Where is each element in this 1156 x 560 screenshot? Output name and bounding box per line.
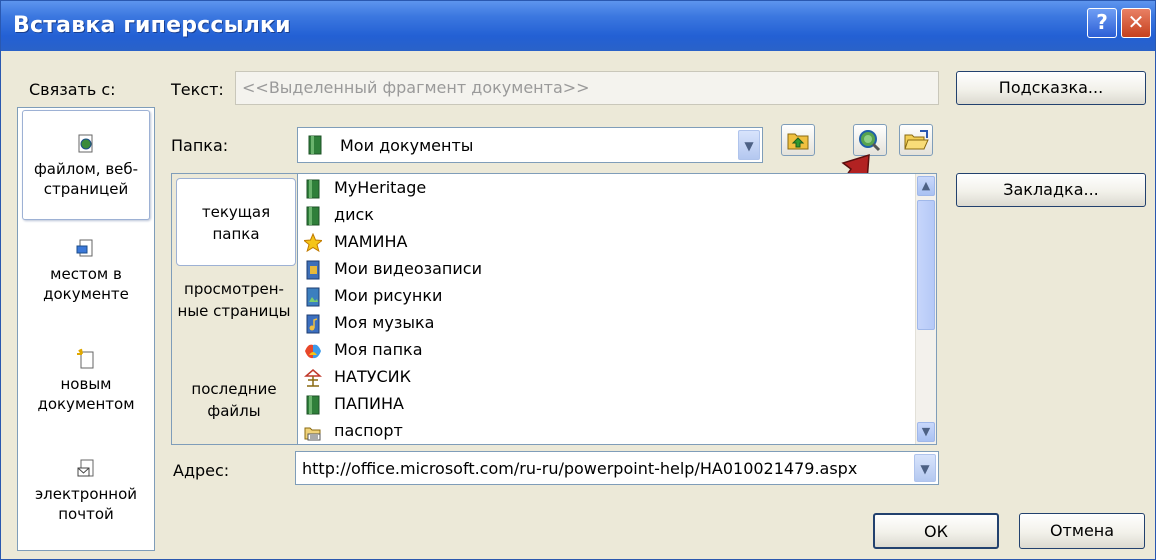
list-item[interactable]: Мои видеозаписи bbox=[304, 255, 482, 282]
link-new-document-label: новым документом bbox=[37, 375, 135, 413]
link-file-webpage[interactable]: файлом, веб-страницей bbox=[22, 110, 150, 220]
file-name: диск bbox=[334, 205, 374, 224]
link-to-bar: файлом, веб-страницей местом в документе… bbox=[17, 107, 155, 551]
nav-recent-files[interactable]: последние файлы bbox=[172, 378, 296, 422]
text-label: Текст: bbox=[171, 80, 224, 99]
nav-current-folder[interactable]: текущая папка bbox=[176, 178, 296, 266]
link-file-webpage-label: файлом, веб-страницей bbox=[33, 160, 139, 198]
list-item[interactable]: Моя папка bbox=[304, 336, 423, 363]
pictures-folder-icon bbox=[306, 287, 320, 306]
address-input[interactable]: http://office.microsoft.com/ru-ru/powerp… bbox=[295, 451, 939, 485]
ok-button[interactable]: ОК bbox=[873, 513, 999, 549]
link-place-in-document[interactable]: местом в документе bbox=[22, 238, 150, 304]
help-button[interactable]: ? bbox=[1087, 8, 1117, 38]
folder-dropdown-arrow[interactable]: ▼ bbox=[738, 130, 760, 160]
link-place-label: местом в документе bbox=[43, 265, 129, 303]
shared-folder-icon bbox=[304, 427, 321, 440]
link-to-label: Связать с: bbox=[29, 80, 116, 99]
list-item[interactable]: Моя музыка bbox=[304, 309, 434, 336]
file-name: паспорт bbox=[334, 421, 403, 440]
scroll-thumb[interactable] bbox=[917, 200, 935, 330]
link-email-label: электронной почтой bbox=[34, 485, 138, 523]
file-list-scrollbar[interactable]: ▲ ▼ bbox=[915, 174, 936, 444]
list-item[interactable]: MyHeritage bbox=[304, 174, 426, 201]
file-name: НАТУСИК bbox=[334, 367, 411, 386]
link-new-document[interactable]: новым документом bbox=[22, 348, 150, 414]
insert-hyperlink-dialog: Вставка гиперссылки ? ✕ Связать с: файло… bbox=[0, 0, 1156, 560]
star-folder-icon bbox=[304, 232, 322, 252]
file-name: МАМИНА bbox=[334, 232, 408, 251]
music-folder-icon bbox=[306, 314, 320, 333]
display-text-value: <<Выделенный фрагмент документа>> bbox=[242, 78, 590, 97]
file-name: Моя музыка bbox=[334, 313, 435, 332]
folder-select[interactable]: Мои документы ▼ bbox=[297, 127, 763, 163]
nav-browsed-pages[interactable]: просмотрен-ные страницы bbox=[172, 278, 296, 322]
scroll-down-button[interactable]: ▼ bbox=[917, 422, 935, 442]
list-item[interactable]: МАМИНА bbox=[304, 228, 408, 255]
title-bar: Вставка гиперссылки ? ✕ bbox=[1, 1, 1155, 51]
file-name: Моя папка bbox=[334, 340, 423, 359]
file-name: ПАПИНА bbox=[334, 394, 404, 413]
screentip-button[interactable]: Подсказка... bbox=[956, 71, 1146, 105]
folder-label: Папка: bbox=[171, 136, 229, 155]
new-document-icon bbox=[77, 348, 94, 369]
display-text-field[interactable]: <<Выделенный фрагмент документа>> bbox=[235, 71, 939, 105]
browse-file-button[interactable] bbox=[899, 124, 933, 156]
folder-icon bbox=[306, 206, 320, 225]
folder-icon bbox=[306, 395, 320, 414]
browse-file-icon bbox=[904, 130, 929, 150]
list-item[interactable]: диск bbox=[304, 201, 374, 228]
list-item[interactable]: ПАПИНА bbox=[304, 390, 404, 417]
up-folder-icon bbox=[787, 133, 809, 150]
video-folder-icon bbox=[306, 260, 320, 279]
address-label: Адрес: bbox=[173, 461, 230, 480]
file-name: MyHeritage bbox=[334, 178, 427, 197]
list-item[interactable]: НАТУСИК bbox=[304, 363, 411, 390]
address-value: http://office.microsoft.com/ru-ru/powerp… bbox=[302, 459, 858, 478]
file-list: MyHeritage диск МАМИНА Мои видеозаписи М… bbox=[297, 173, 937, 445]
folder-icon bbox=[306, 179, 320, 198]
up-one-folder-button[interactable] bbox=[781, 124, 815, 156]
link-email[interactable]: электронной почтой bbox=[22, 458, 150, 524]
network-folder-icon bbox=[304, 368, 322, 387]
browse-nav-panel: текущая папка просмотрен-ные страницы по… bbox=[171, 173, 297, 445]
folder-icon bbox=[308, 135, 322, 155]
document-place-icon bbox=[76, 239, 93, 257]
address-dropdown-arrow[interactable]: ▼ bbox=[914, 454, 936, 482]
colorful-folder-icon bbox=[305, 344, 321, 358]
close-button[interactable]: ✕ bbox=[1121, 8, 1151, 38]
web-page-icon bbox=[78, 134, 93, 153]
email-icon bbox=[77, 459, 94, 477]
file-name: Мои видеозаписи bbox=[334, 259, 482, 278]
cancel-button[interactable]: Отмена bbox=[1019, 513, 1145, 549]
file-name: Мои рисунки bbox=[334, 286, 443, 305]
scroll-up-button[interactable]: ▲ bbox=[917, 176, 935, 196]
window-title: Вставка гиперссылки bbox=[13, 13, 291, 38]
list-item[interactable]: паспорт bbox=[304, 417, 403, 444]
list-item[interactable]: Мои рисунки bbox=[304, 282, 442, 309]
folder-value: Мои документы bbox=[340, 136, 474, 155]
bookmark-button[interactable]: Закладка... bbox=[956, 173, 1146, 207]
